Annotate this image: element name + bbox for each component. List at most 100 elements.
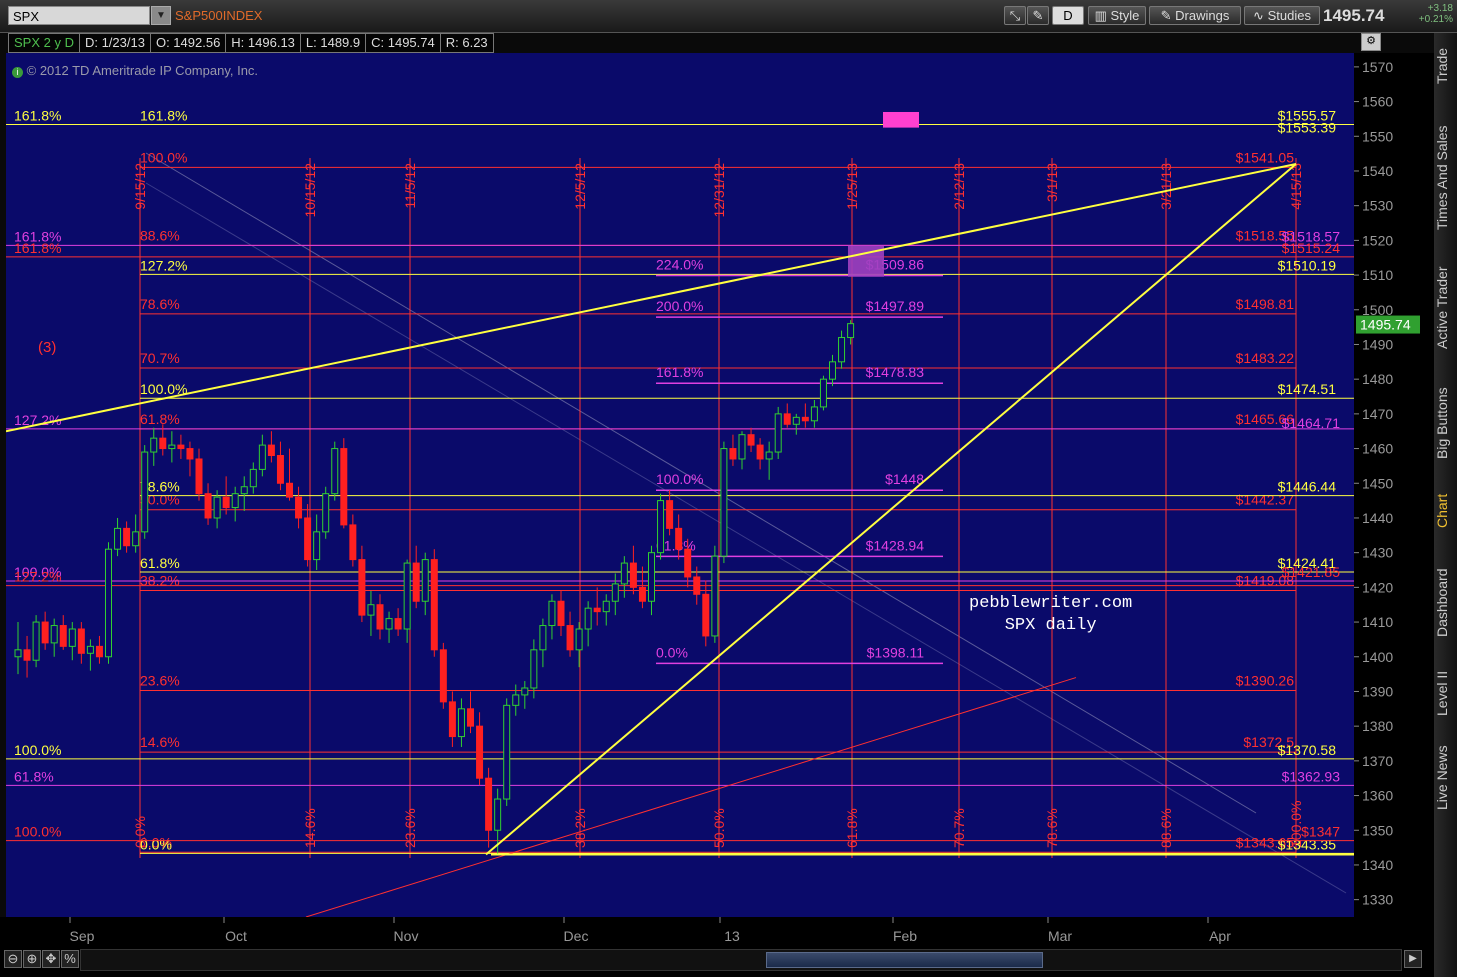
candle-body xyxy=(313,531,321,561)
price-tick-label: 1480 xyxy=(1362,371,1393,387)
time-fib-label: 23.6% xyxy=(402,808,418,848)
red-fib-price: $1498.81 xyxy=(1236,296,1295,312)
candle-body xyxy=(666,500,674,529)
top-toolbar: SPX ▼ S&P500INDEX ⤡ ✎ D ▥ Style ✎ Drawin… xyxy=(0,0,1457,33)
candle-body xyxy=(530,649,538,689)
pan-icon[interactable]: ✥ xyxy=(42,950,60,968)
candle-body xyxy=(132,531,140,547)
price-tick-label: 1370 xyxy=(1362,753,1393,769)
price-tick-label: 1400 xyxy=(1362,649,1393,665)
info-circle-icon: i xyxy=(12,67,23,78)
date-line-label: 12/31/12 xyxy=(711,163,727,218)
candle-body xyxy=(86,645,94,654)
time-fib-label: 50.0% xyxy=(711,808,727,848)
time-fib-label: 70.7% xyxy=(951,808,967,848)
style-icon: ▥ xyxy=(1094,8,1107,23)
style-button[interactable]: ▥ Style xyxy=(1088,6,1146,25)
time-tick-label: Mar xyxy=(1048,928,1072,944)
magenta-fib-pct: 100.0% xyxy=(656,471,703,487)
candle-body xyxy=(539,625,547,651)
magenta-fib-pct: 0.0% xyxy=(656,644,688,660)
watermark-site: pebblewriter.com xyxy=(969,594,1133,613)
tab-level-ii[interactable]: Level II xyxy=(1434,658,1457,728)
price-tick-label: 1490 xyxy=(1362,336,1393,352)
candle-body xyxy=(765,451,773,460)
percent-icon[interactable]: % xyxy=(61,950,79,968)
d-button[interactable]: D xyxy=(1052,6,1084,25)
scroll-right-icon[interactable]: ▶ xyxy=(1404,950,1422,968)
price-tick-label: 1510 xyxy=(1362,267,1393,283)
candle-body xyxy=(693,576,701,595)
price-axis[interactable]: 1330 1340 1350 1360 1370 1380 1390 1400 1410 1420… xyxy=(1354,53,1434,917)
candle-body xyxy=(403,562,411,630)
tab-dashboard[interactable]: Dashboard xyxy=(1434,553,1457,653)
info-date: D: 1/23/13 xyxy=(78,33,151,53)
candle-body xyxy=(738,434,746,460)
zoom-out-icon[interactable]: ⊖ xyxy=(4,950,22,968)
time-fib-label: 14.6% xyxy=(302,808,318,848)
right-extra-label: $1347 xyxy=(1301,824,1340,840)
candle-body xyxy=(412,562,420,602)
drawings-button[interactable]: ✎ Drawings xyxy=(1149,6,1241,25)
right-extra-label: $1515.24 xyxy=(1282,240,1341,256)
chart-plot-area[interactable]: 9/15/12 0.0% 10/15/12 14.6% 11/5/12 23.6% 12/5… xyxy=(6,53,1354,917)
red-fib-price: $1390.26 xyxy=(1236,673,1295,689)
candle-body xyxy=(521,687,529,696)
magenta-fib-pct: 161.8% xyxy=(656,364,703,380)
magenta-fib-price: $1398.11 xyxy=(867,644,925,660)
wrench-icon[interactable]: ✎ xyxy=(1027,6,1049,25)
candle-body xyxy=(684,548,692,578)
candle-body xyxy=(276,455,284,484)
yellow-fib-price: $1510.19 xyxy=(1278,257,1337,273)
studies-icon: ∿ xyxy=(1253,8,1264,23)
change-value: +3.18 xyxy=(1427,3,1453,14)
candle-body xyxy=(838,337,846,363)
scrollbar-thumb[interactable] xyxy=(766,952,1043,968)
yellow-fib-pct: 100.0% xyxy=(14,742,61,758)
red-fib-pct: 61.8% xyxy=(140,411,180,427)
tab-times-and-sales[interactable]: Times And Sales xyxy=(1434,113,1457,243)
candle-body xyxy=(457,708,465,738)
candle-body xyxy=(485,777,493,831)
studies-button[interactable]: ∿ Studies xyxy=(1244,6,1320,25)
tab-active-trader[interactable]: Active Trader xyxy=(1434,253,1457,363)
candle-body xyxy=(32,621,40,661)
candle-body xyxy=(611,583,619,602)
last-price: 1495.74 xyxy=(1323,6,1385,25)
candle-body xyxy=(629,562,637,588)
date-line-label: 12/5/12 xyxy=(572,163,588,210)
symbol-dropdown-button[interactable]: ▼ xyxy=(151,6,171,25)
candle-body xyxy=(14,649,22,658)
candle-body xyxy=(602,600,610,613)
ohlc-info-bar: SPX 2 y D D: 1/23/13 O: 1492.56 H: 1496.13 L… xyxy=(8,33,494,53)
candle-body xyxy=(41,621,49,644)
candle-body xyxy=(638,586,646,602)
info-close: C: 1495.74 xyxy=(365,33,441,53)
price-tick-label: 1430 xyxy=(1362,545,1393,561)
price-tick-label: 1330 xyxy=(1362,892,1393,908)
chart-settings-icon[interactable]: ⚙ xyxy=(1361,33,1381,51)
candle-body xyxy=(114,527,122,550)
horizontal-scrollbar[interactable] xyxy=(80,949,1402,971)
symbol-input[interactable]: SPX xyxy=(8,6,150,25)
price-tick-label: 1540 xyxy=(1362,163,1393,179)
crosshair-icon[interactable]: ⤡ xyxy=(1004,6,1026,25)
tab-live-news[interactable]: Live News xyxy=(1434,733,1457,823)
watermark: pebblewriter.com SPX daily xyxy=(969,593,1132,637)
candle-body xyxy=(68,628,76,647)
zoom-in-icon[interactable]: ⊕ xyxy=(23,950,41,968)
outer-fib-pct: 61.8% xyxy=(14,768,54,784)
tab-trade[interactable]: Trade xyxy=(1434,33,1457,98)
candle-body xyxy=(177,444,185,450)
candle-body xyxy=(222,496,230,509)
trend-line-red xyxy=(305,677,1077,917)
candle-body xyxy=(150,437,158,453)
red-fib-pct: 88.6% xyxy=(140,227,180,243)
yellow-fib-pct: 127.2% xyxy=(140,257,187,273)
price-tick-label: 1550 xyxy=(1362,128,1393,144)
drawings-label: Drawings xyxy=(1175,8,1230,23)
tab-chart[interactable]: Chart xyxy=(1434,481,1457,541)
wave-label: (3) xyxy=(38,339,57,356)
tab-big-buttons[interactable]: Big Buttons xyxy=(1434,373,1457,473)
candle-body xyxy=(195,458,203,495)
